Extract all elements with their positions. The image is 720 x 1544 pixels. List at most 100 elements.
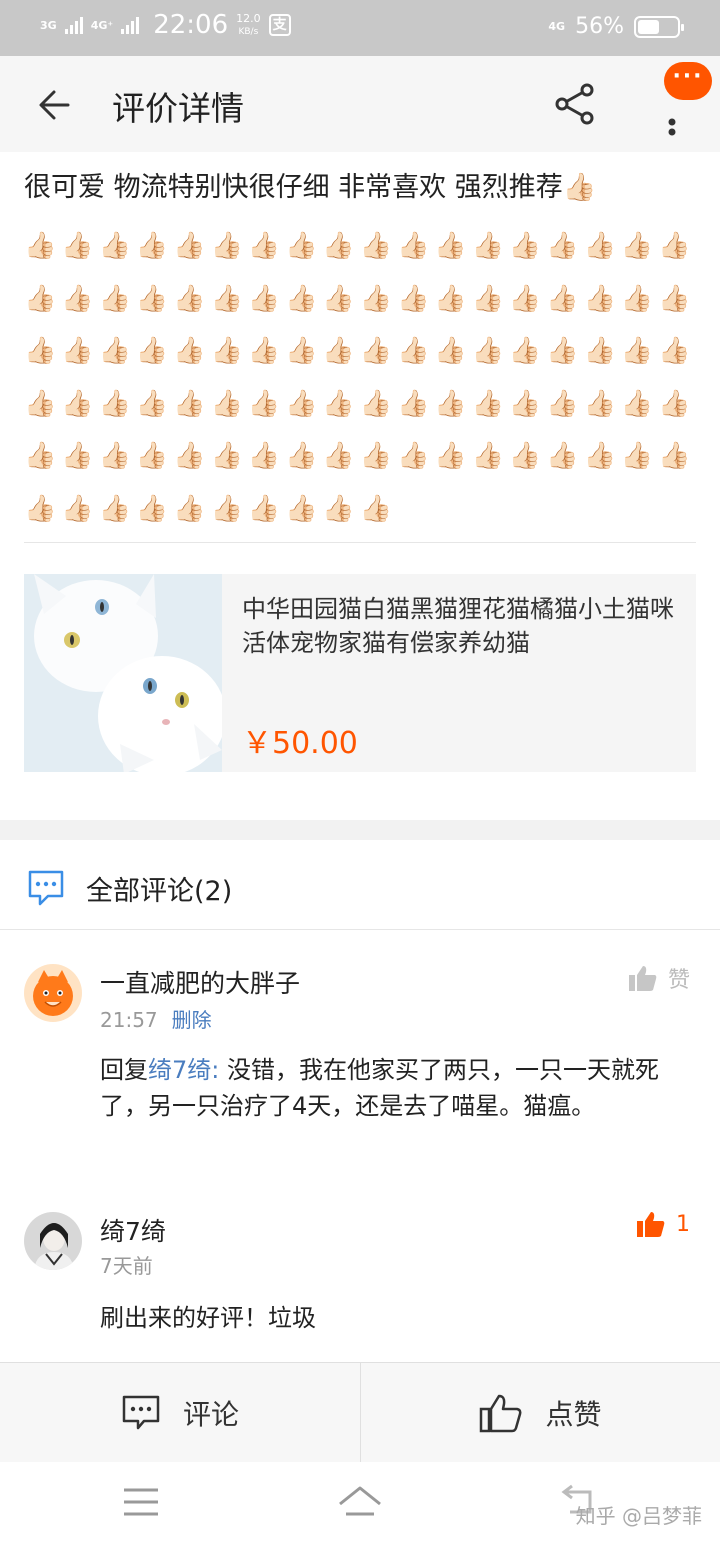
comment-author[interactable]: 绮7绮	[100, 1212, 166, 1248]
share-icon[interactable]	[552, 80, 600, 128]
comment-bubble-icon	[28, 870, 64, 906]
thumbs-up-emoji: 👍🏻	[471, 283, 504, 314]
thumbs-up-emoji: 👍🏻	[396, 283, 430, 314]
thumbs-up-emoji: 👍🏻	[173, 231, 206, 261]
thumbs-up-emoji-list: 👍🏻 👍🏻 👍🏻 👍🏻 👍🏻 👍🏻 👍🏻 👍🏻 👍🏻 👍🏻 👍🏻 👍🏻 👍🏻 👍🏻 👍🏻 👍🏻 👍🏻 👍🏻👍🏻 👍🏻…	[24, 220, 696, 535]
like-count: 1	[676, 1211, 690, 1237]
thumbs-up-emoji: 👍🏻	[583, 231, 616, 261]
network-speed-unit: KB/s	[238, 26, 259, 37]
thumbs-up-emoji: 👍🏻	[322, 283, 355, 314]
thumbs-up-emoji: 👍🏻	[322, 441, 355, 471]
thumbs-up-emoji: 👍🏻	[434, 336, 467, 366]
thumbs-up-emoji: 👍🏻	[658, 283, 691, 314]
network-speed-value: 12.0	[236, 11, 261, 25]
thumbs-up-emoji: 👍🏻	[285, 441, 318, 471]
photo-avatar	[24, 1212, 82, 1270]
back-arrow-icon[interactable]	[30, 80, 80, 130]
comment-time: 21:57	[100, 1008, 158, 1032]
thumbs-up-emoji: 👍🏻	[396, 441, 430, 471]
thumbs-up-emoji: 👍🏻	[322, 336, 355, 366]
thumbs-up-emoji: 👍🏻	[98, 283, 131, 314]
thumbs-up-emoji: 👍🏻	[620, 283, 654, 314]
product-title[interactable]: 中华田园猫白猫黑猫狸花猫橘猫小土猫咪活体宠物家猫有偿家养幼猫	[242, 592, 690, 660]
thumbs-up-emoji: 👍🏻	[173, 441, 206, 471]
thumbs-up-emoji: 👍🏻	[620, 441, 654, 471]
section-gap	[0, 820, 720, 840]
thumbs-up-emoji: 👍🏻	[359, 283, 393, 314]
thumbs-up-emoji: 👍🏻	[135, 231, 169, 261]
thumbs-up-emoji: 👍🏻	[24, 441, 57, 471]
thumbs-up-emoji: 👍🏻	[247, 493, 281, 524]
comment-button[interactable]: 评论	[0, 1363, 360, 1463]
avatar[interactable]	[24, 1212, 82, 1270]
thumbs-up-emoji: 👍🏻	[247, 283, 281, 314]
thumbs-up-emoji: 👍🏻	[396, 336, 430, 366]
thumbs-up-emoji: 👍🏻	[322, 493, 355, 524]
thumbs-up-emoji: 👍🏻	[359, 388, 393, 419]
thumbs-up-emoji: 👍🏻	[210, 388, 243, 419]
thumbs-up-emoji: 👍🏻	[24, 283, 57, 314]
divider	[24, 542, 696, 543]
reply-mention-link[interactable]: 绮7绮:	[148, 1056, 219, 1084]
thumbs-up-emoji: 👍🏻	[508, 336, 542, 366]
comment-author[interactable]: 一直减肥的大胖子	[100, 964, 300, 1000]
avatar[interactable]	[24, 964, 82, 1022]
thumbs-up-emoji: 👍🏻	[658, 388, 691, 419]
like-button[interactable]: 赞	[628, 962, 690, 994]
comment-time: 7天前	[100, 1254, 153, 1278]
thumbs-up-emoji: 👍🏻	[658, 231, 691, 261]
clock: 22:06	[153, 10, 229, 40]
battery-percent: 56%	[575, 14, 624, 39]
comments-header: 全部评论(2)	[0, 840, 720, 930]
thumbs-up-emoji: 👍🏻	[285, 336, 318, 366]
thumbs-up-emoji: 👍🏻	[620, 336, 654, 366]
thumbs-up-emoji: 👍🏻	[210, 283, 243, 314]
more-badge[interactable]: ···	[664, 62, 712, 100]
product-image[interactable]	[24, 574, 222, 772]
thumbs-up-emoji: 👍🏻	[24, 336, 57, 366]
thumbs-up-emoji: 👍🏻	[508, 283, 542, 314]
comment-meta: 21:57 删除	[100, 1004, 212, 1033]
thumbs-up-emoji: 👍🏻	[620, 388, 654, 419]
system-nav-bar: 知乎 @吕梦菲	[0, 1462, 720, 1544]
thumbs-up-emoji: 👍🏻	[210, 336, 243, 366]
thumbs-up-emoji: 👍🏻	[508, 441, 542, 471]
thumbs-up-emoji: 👍🏻	[583, 388, 616, 419]
thumbs-up-emoji: 👍🏻	[24, 388, 57, 419]
menu-icon[interactable]	[120, 1482, 164, 1522]
thumbs-up-emoji: 👍🏻	[583, 441, 616, 471]
thumbs-up-emoji: 👍🏻	[61, 336, 94, 366]
thumbs-up-emoji: 👍🏻	[359, 336, 393, 366]
thumbs-up-emoji: 👍🏻	[583, 283, 616, 314]
thumbs-up-emoji: 👍🏻	[471, 388, 504, 419]
thumbs-up-emoji: 👍🏻	[396, 231, 430, 261]
thumbs-up-emoji: 👍🏻	[359, 231, 393, 261]
thumbs-up-emoji: 👍🏻	[396, 388, 430, 419]
thumbs-up-emoji: 👍🏻	[135, 493, 169, 524]
page-title: 评价详情	[112, 89, 244, 128]
thumbs-up-emoji: 👍🏻	[658, 441, 691, 471]
thumbs-up-emoji: 👍🏻	[210, 441, 243, 471]
product-card[interactable]: 中华田园猫白猫黑猫狸花猫橘猫小土猫咪活体宠物家猫有偿家养幼猫 ￥50.00	[24, 574, 696, 772]
thumbs-up-emoji: 👍🏻	[98, 441, 131, 471]
thumbs-up-emoji: 👍🏻	[285, 283, 318, 314]
thumbs-up-emoji: 👍🏻	[583, 336, 616, 366]
thumbs-up-emoji: 👍🏻	[135, 283, 169, 314]
status-bar: 3G 4G⁺ 22:06 12.0 KB/s 支 4G 56%	[0, 0, 720, 56]
thumbs-up-emoji: 👍🏻	[135, 388, 169, 419]
review-text: 很可爱 物流特别快很仔细 非常喜欢 强烈推荐👍🏻	[24, 172, 597, 203]
network-speed: 12.0 KB/s	[236, 11, 261, 38]
like-button[interactable]: 1	[636, 1210, 690, 1238]
thumbs-up-emoji: 👍🏻	[285, 231, 318, 261]
like-post-button[interactable]: 点赞	[361, 1363, 720, 1463]
thumbs-up-emoji: 👍🏻	[434, 231, 467, 261]
delete-comment-link[interactable]: 删除	[172, 1008, 212, 1032]
alipay-icon: 支	[268, 14, 291, 36]
thumbs-up-emoji: 👍🏻	[285, 388, 318, 419]
thumbs-up-emoji: 👍🏻	[434, 283, 467, 314]
thumbs-up-emoji: 👍🏻	[24, 231, 57, 261]
comment-button-label: 评论	[182, 1398, 239, 1431]
comment-bubble-icon	[122, 1395, 160, 1430]
home-icon[interactable]	[338, 1482, 382, 1522]
thumbs-up-outline-icon	[480, 1394, 522, 1433]
